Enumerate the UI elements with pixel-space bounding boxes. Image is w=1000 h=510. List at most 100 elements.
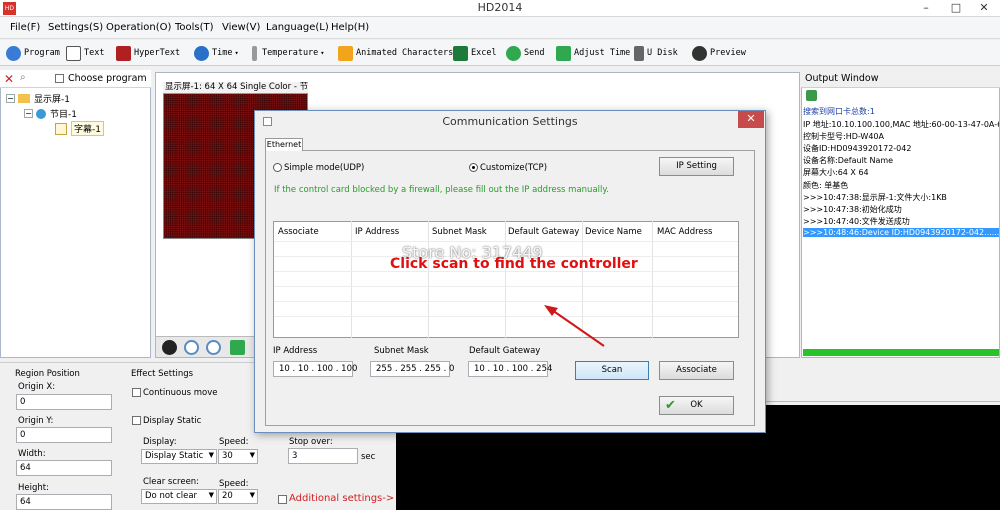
output-line: >>>10:47:38:显示屏-1:文件大小:1KB bbox=[803, 193, 947, 202]
output-line: 设备名称:Default Name bbox=[803, 156, 894, 165]
ok-button[interactable]: ✔ OK bbox=[659, 396, 734, 415]
speed2-select[interactable]: 20 ▼ bbox=[218, 489, 258, 504]
text-button[interactable]: Text bbox=[66, 44, 104, 62]
close-icon[interactable]: ✕ bbox=[970, 0, 998, 17]
origin-y-input[interactable]: 0 bbox=[16, 427, 112, 443]
clear-screen-select[interactable]: Do not clear ▼ bbox=[141, 489, 217, 504]
temperature-button[interactable]: Temperature ▾ bbox=[252, 44, 325, 62]
hypertext-button[interactable]: HyperText bbox=[116, 44, 180, 62]
u-disk-button[interactable]: U Disk bbox=[634, 44, 678, 62]
table-divider bbox=[351, 221, 352, 338]
stop-over-label: Stop over: bbox=[289, 437, 333, 447]
menu-operation[interactable]: Operation(O) bbox=[106, 22, 171, 33]
output-line: >>>10:47:38:初始化成功 bbox=[803, 205, 902, 214]
animated-characters-button[interactable]: Animated Characters bbox=[338, 44, 453, 62]
continuous-move-label: Continuous move bbox=[143, 388, 218, 398]
speed-label: Speed: bbox=[219, 437, 249, 447]
output-line-selected[interactable]: >>>10:48:46:Device ID:HD0943920172-042..… bbox=[803, 228, 999, 237]
origin-x-input[interactable]: 0 bbox=[16, 394, 112, 410]
time-button[interactable]: Time ▾ bbox=[194, 44, 239, 62]
clear-output-icon[interactable] bbox=[806, 90, 817, 101]
send-icon bbox=[506, 45, 521, 61]
tree-item-subtitle[interactable]: 字幕-1 bbox=[55, 121, 104, 136]
preview-icon bbox=[692, 45, 707, 61]
display-static-checkbox[interactable] bbox=[132, 416, 141, 425]
stop-over-input[interactable]: 3 bbox=[288, 448, 358, 464]
program-button[interactable]: Program bbox=[6, 44, 60, 62]
maximize-icon[interactable]: □ bbox=[942, 0, 970, 17]
associate-button[interactable]: Associate bbox=[659, 361, 734, 380]
collapse-icon[interactable]: − bbox=[6, 94, 15, 103]
adjust-time-icon bbox=[556, 45, 571, 61]
scan-button[interactable]: Scan bbox=[575, 361, 649, 380]
dialog-close-icon[interactable]: ✕ bbox=[738, 111, 764, 128]
choose-program-checkbox[interactable] bbox=[55, 74, 64, 83]
excel-button[interactable]: Excel bbox=[453, 44, 497, 62]
dialog-title: Communication Settings bbox=[442, 115, 578, 128]
region-position-title: Region Position bbox=[15, 369, 80, 379]
table-divider bbox=[428, 221, 429, 338]
choose-program-label: Choose program bbox=[68, 73, 147, 84]
col-subnet-mask[interactable]: Subnet Mask bbox=[432, 227, 487, 237]
firewall-hint: If the control card blocked by a firewal… bbox=[274, 185, 609, 195]
clock-icon bbox=[194, 45, 209, 61]
ip-setting-button[interactable]: IP Setting bbox=[659, 157, 734, 176]
gateway-input[interactable]: 10 . 10 . 100 . 254 bbox=[468, 361, 552, 377]
stop-over-unit: sec bbox=[361, 452, 376, 462]
menu-language[interactable]: Language(L) bbox=[266, 22, 329, 33]
delete-icon[interactable]: ✕ bbox=[4, 72, 14, 86]
menu-view[interactable]: View(V) bbox=[222, 22, 260, 33]
scan-annotation: Click scan to find the controller bbox=[390, 256, 638, 272]
menu-tools[interactable]: Tools(T) bbox=[175, 22, 214, 33]
zoom-in-icon[interactable] bbox=[184, 340, 199, 355]
chevron-down-icon: ▾ bbox=[234, 49, 239, 57]
menu-help[interactable]: Help(H) bbox=[331, 22, 369, 33]
menu-settings[interactable]: Settings(S) bbox=[48, 22, 103, 33]
display-select[interactable]: Display Static ▼ bbox=[141, 449, 217, 464]
additional-settings-checkbox[interactable] bbox=[278, 495, 287, 504]
hypertext-icon bbox=[116, 45, 131, 61]
col-default-gateway[interactable]: Default Gateway bbox=[508, 227, 579, 237]
tree-item-program[interactable]: − 节目-1 bbox=[24, 107, 77, 120]
tree-item-screen[interactable]: − 显示屏-1 bbox=[6, 92, 70, 105]
height-label: Height: bbox=[18, 483, 49, 493]
search-icon[interactable]: ⌕ bbox=[20, 72, 26, 83]
title-bar: HD HD2014 – □ ✕ bbox=[0, 0, 1000, 17]
arrow-left-icon[interactable] bbox=[230, 340, 245, 355]
menu-file[interactable]: File(F) bbox=[10, 22, 40, 33]
folder-icon bbox=[18, 94, 30, 103]
minimize-icon[interactable]: – bbox=[912, 0, 940, 17]
height-input[interactable]: 64 bbox=[16, 494, 112, 510]
subtitle-node-icon bbox=[55, 122, 67, 135]
col-associate[interactable]: Associate bbox=[278, 227, 319, 237]
preview-button[interactable]: Preview bbox=[692, 44, 746, 62]
customize-radio[interactable] bbox=[469, 163, 478, 172]
col-mac-address[interactable]: MAC Address bbox=[657, 227, 713, 237]
speed-select[interactable]: 30 ▼ bbox=[218, 449, 258, 464]
adjust-time-button[interactable]: Adjust Time bbox=[556, 44, 630, 62]
width-input[interactable]: 64 bbox=[16, 460, 112, 476]
additional-settings-link[interactable]: Additional settings-> bbox=[289, 493, 394, 504]
program-icon bbox=[6, 45, 21, 61]
width-label: Width: bbox=[18, 449, 46, 459]
zoom-out-icon[interactable] bbox=[206, 340, 221, 355]
tab-ethernet[interactable]: Ethernet bbox=[265, 138, 303, 151]
simple-mode-radio[interactable] bbox=[273, 163, 282, 172]
send-button[interactable]: Send bbox=[506, 44, 544, 62]
u-disk-icon bbox=[634, 45, 644, 61]
collapse-icon[interactable]: − bbox=[24, 109, 33, 118]
device-table[interactable] bbox=[273, 221, 739, 338]
right-bottom-strip bbox=[765, 362, 1000, 402]
col-device-name[interactable]: Device Name bbox=[585, 227, 642, 237]
output-line: 搜索到网口卡总数:1 bbox=[803, 107, 875, 116]
play-icon[interactable] bbox=[162, 340, 177, 355]
simple-mode-label: Simple mode(UDP) bbox=[284, 163, 365, 173]
ip-address-input[interactable]: 10 . 10 . 100 . 100 bbox=[273, 361, 357, 377]
clear-screen-label: Clear screen: bbox=[143, 477, 200, 487]
thermometer-icon bbox=[252, 45, 257, 61]
col-ip-address[interactable]: IP Address bbox=[355, 227, 399, 237]
subnet-mask-input[interactable]: 255 . 255 . 255 . 0 bbox=[370, 361, 454, 377]
continuous-move-checkbox[interactable] bbox=[132, 388, 141, 397]
program-node-icon bbox=[36, 108, 46, 119]
menu-bar: File(F) Settings(S) Operation(O) Tools(T… bbox=[0, 17, 1000, 39]
